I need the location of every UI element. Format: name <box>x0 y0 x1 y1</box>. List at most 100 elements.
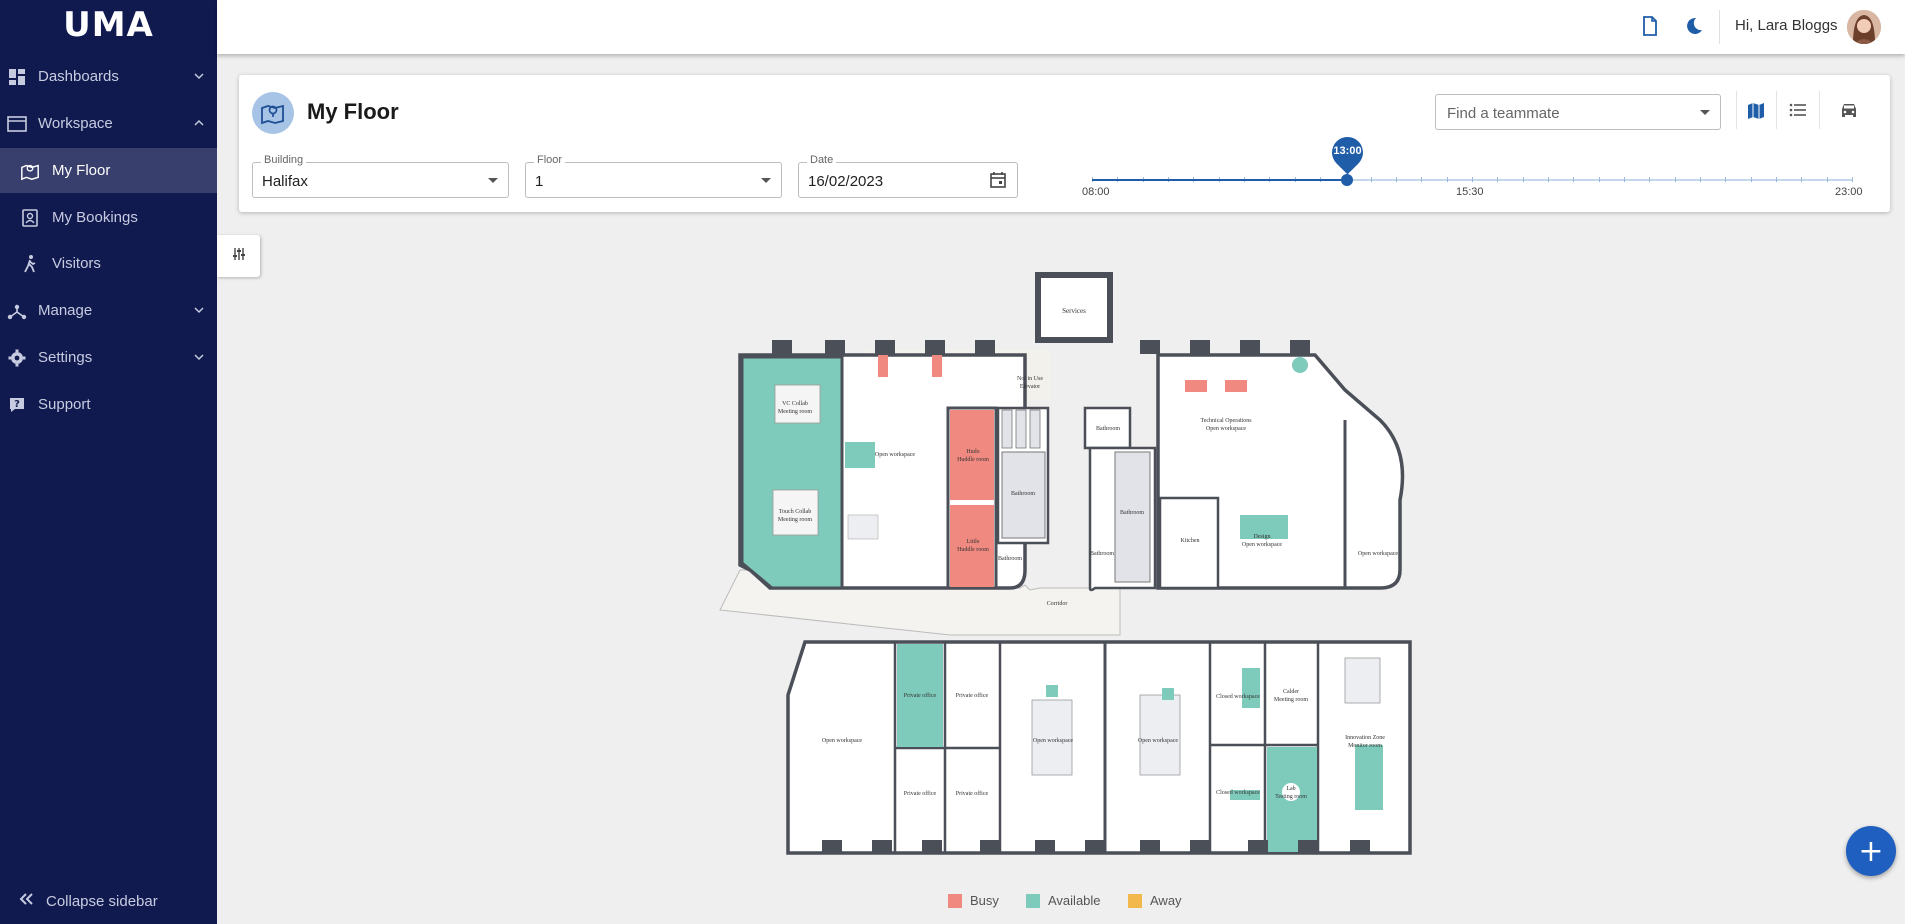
room-label: Touch Collab <box>779 509 811 515</box>
find-teammate-select[interactable]: Find a teammate <box>1435 94 1721 130</box>
room-label: Bathroom <box>1096 426 1120 432</box>
timeline-mid-label: 15:30 <box>1456 186 1484 198</box>
sidebar-item-my-floor[interactable]: My Floor <box>0 148 217 193</box>
dropdown-arrow-icon <box>761 178 771 183</box>
sidebar-item-label: Manage <box>38 302 93 319</box>
floor-plan: Services VC Collab Meeting room Touch Co… <box>719 272 1412 855</box>
room-little[interactable] <box>950 505 994 587</box>
timeline-tick <box>1801 177 1803 182</box>
room-label: Open workspace <box>1033 738 1073 744</box>
timeline-progress <box>1092 179 1347 181</box>
timeline-tick <box>1624 177 1625 182</box>
list-view-icon[interactable] <box>1789 102 1807 123</box>
building-select[interactable]: Building Halifax <box>252 154 509 198</box>
gear-icon <box>7 348 27 368</box>
building-value: Halifax <box>262 173 308 190</box>
document-icon[interactable] <box>1641 16 1659 41</box>
timeline-tick <box>1826 177 1828 182</box>
page-title: My Floor <box>307 99 399 124</box>
room-label: Testing room <box>1275 794 1307 800</box>
room-label: Private office <box>904 692 937 699</box>
sidebar-item-workspace[interactable]: Workspace <box>0 101 217 146</box>
collapse-sidebar-label: Collapse sidebar <box>46 892 158 910</box>
timeline-handle[interactable] <box>1341 174 1353 186</box>
sidebar-item-my-bookings[interactable]: My Bookings <box>0 195 217 240</box>
room-label: Open workspace <box>1206 426 1246 432</box>
add-booking-button[interactable]: + <box>1846 826 1896 876</box>
sidebar-item-settings[interactable]: Settings <box>0 335 217 380</box>
car-icon[interactable] <box>1839 102 1859 123</box>
room-label: Private office <box>956 790 989 797</box>
timeline-tick <box>1446 177 1448 182</box>
svg-text:?: ? <box>14 399 20 410</box>
timeline-tick <box>1370 177 1372 182</box>
legend-away: Away <box>1128 893 1182 908</box>
floor-header-card: My Floor Building Halifax Floor 1 Date 1… <box>239 75 1890 212</box>
timeline-tick <box>1852 177 1853 182</box>
timeline-tick <box>1725 177 1727 182</box>
topbar-divider <box>1719 10 1720 44</box>
sidebar-item-label: Dashboards <box>38 68 119 85</box>
timeline-tick <box>1548 177 1549 182</box>
room-label: Huddle room <box>957 457 989 463</box>
sidebar-item-label: Support <box>38 396 91 413</box>
legend-available: Available <box>1026 893 1101 908</box>
timeline-tick <box>1700 177 1701 182</box>
chevron-down-icon <box>193 303 205 320</box>
room-label: Closed workspace <box>1216 694 1260 700</box>
sidebar-item-manage[interactable]: Manage <box>0 288 217 333</box>
room-label: Bathroom <box>1120 510 1144 516</box>
find-teammate-placeholder: Find a teammate <box>1447 105 1560 122</box>
sidebar-item-label: Workspace <box>38 115 113 132</box>
current-time-label: 13:00 <box>1333 145 1362 157</box>
sidebar-item-label: Visitors <box>52 255 101 272</box>
dark-mode-icon[interactable] <box>1684 16 1704 41</box>
chevron-down-icon <box>193 69 205 86</box>
timeline-tick <box>1674 177 1676 182</box>
floor-select[interactable]: Floor 1 <box>525 154 782 198</box>
legend-label: Busy <box>970 893 999 908</box>
room-label: Monitor room <box>1348 743 1382 749</box>
collapse-sidebar-button[interactable]: Collapse sidebar <box>0 878 217 924</box>
double-chevron-left-icon <box>18 892 34 910</box>
dashboard-icon <box>7 67 27 87</box>
avatar[interactable] <box>1847 10 1881 44</box>
uma-logo[interactable]: UMA <box>0 0 217 50</box>
sidebar-item-dashboards[interactable]: Dashboards <box>0 54 217 99</box>
floor-map-icon <box>20 161 40 181</box>
chevron-down-icon <box>193 350 205 367</box>
plus-icon: + <box>1858 833 1884 869</box>
room-label: Little <box>967 539 980 545</box>
calendar-icon[interactable] <box>989 171 1007 194</box>
view-divider <box>1819 91 1820 129</box>
room-label: Hudo <box>966 449 979 455</box>
map-view-icon[interactable] <box>1747 102 1765 125</box>
sidebar-item-visitors[interactable]: Visitors <box>0 241 217 286</box>
chevron-up-icon <box>193 116 205 133</box>
room-label: Innovation Zone <box>1345 735 1385 741</box>
available-swatch <box>1026 893 1040 908</box>
sidebar-item-support[interactable]: ? Support <box>0 382 217 427</box>
timeline-start-label: 08:00 <box>1082 186 1110 198</box>
room-label: Services <box>1062 307 1086 315</box>
sidebar-item-label: Settings <box>38 349 93 366</box>
view-divider <box>1776 91 1777 129</box>
timeline-tick <box>1497 177 1499 182</box>
dropdown-arrow-icon <box>488 178 498 183</box>
date-field[interactable]: Date 16/02/2023 <box>798 154 1018 198</box>
filter-toggle-button[interactable] <box>217 235 260 277</box>
sidebar-item-label: My Bookings <box>52 209 138 226</box>
topbar: Hi, Lara Bloggs <box>217 0 1905 54</box>
floor-label: Floor <box>534 154 566 166</box>
room-label: Huddle room <box>957 547 989 553</box>
timeline-tick <box>1776 177 1777 182</box>
away-swatch <box>1128 893 1142 908</box>
room-huddle[interactable] <box>950 410 994 500</box>
date-label: Date <box>807 154 837 166</box>
busy-swatch <box>948 893 962 908</box>
room-label: Not in Use <box>1017 376 1043 382</box>
room-label: Private office <box>956 692 989 699</box>
floor-value: 1 <box>535 173 544 190</box>
room-label: Open workspace <box>1138 738 1178 744</box>
timeline-tick <box>1522 177 1524 182</box>
